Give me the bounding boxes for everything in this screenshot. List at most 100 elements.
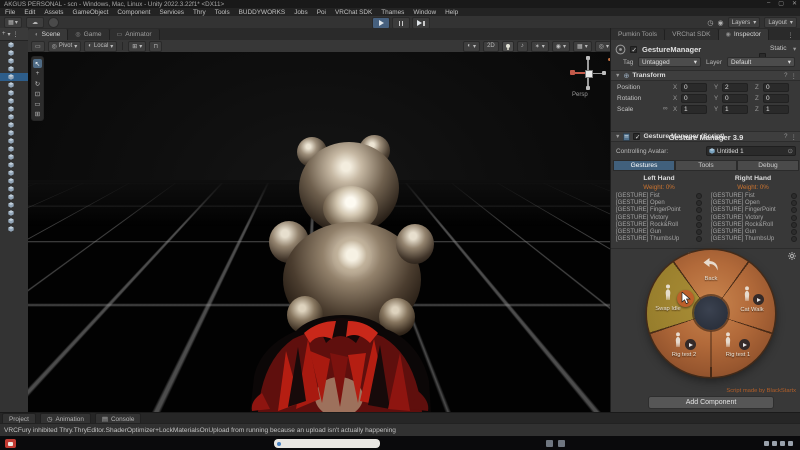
layer-dropdown[interactable]: Default ▾ <box>727 57 795 67</box>
gesture-row[interactable]: [GESTURE] Fist <box>616 193 702 199</box>
tool-settings-button[interactable]: ▭ <box>31 41 45 52</box>
gesture-toggle[interactable] <box>791 215 797 221</box>
scale-z-field[interactable]: 1 <box>763 105 789 114</box>
radial-item-cat-walk[interactable]: Cat Walk <box>731 307 773 313</box>
hierarchy-row[interactable] <box>0 73 28 81</box>
gameobject-name[interactable]: GestureManager <box>642 45 701 54</box>
menu-item-window[interactable]: Window <box>413 9 436 16</box>
menu-item-services[interactable]: Services <box>159 9 184 16</box>
gesture-toggle[interactable] <box>696 236 702 242</box>
gesture-row[interactable]: [GESTURE] Rock&Roll <box>616 222 702 228</box>
version-control-button[interactable]: ▦ ▾ <box>4 17 22 28</box>
gesture-toggle[interactable] <box>696 222 702 228</box>
hierarchy-row[interactable] <box>0 49 28 57</box>
tray-icon[interactable] <box>780 441 785 446</box>
search-icon[interactable]: ◉ <box>718 19 724 27</box>
link-icon[interactable]: ∞ <box>663 105 668 112</box>
tab-vrchat-sdk[interactable]: VRChat SDK <box>665 29 718 40</box>
hierarchy-row[interactable] <box>0 145 28 153</box>
account-avatar[interactable] <box>48 17 59 28</box>
radial-menu[interactable]: Back Swap Idle Cat Walk Rig test 2 <box>647 250 775 377</box>
2d-toggle[interactable]: 2D <box>483 41 499 52</box>
persp-label[interactable]: Persp <box>572 92 588 98</box>
gesture-row[interactable]: [GESTURE] ThumbsUp <box>711 236 797 242</box>
gesture-row[interactable]: [GESTURE] Open <box>711 200 797 206</box>
tab-game[interactable]: ◎ Game <box>68 29 109 40</box>
visibility-dropdown[interactable]: ◉ ▾ <box>552 41 570 52</box>
play-animation-icon[interactable] <box>753 294 764 305</box>
effects-dropdown[interactable]: ✶ ▾ <box>531 41 549 52</box>
rect-tool[interactable]: ▭ <box>33 99 42 108</box>
menu-item-edit[interactable]: Edit <box>24 9 35 16</box>
play-animation-icon[interactable] <box>685 339 696 350</box>
tab-pumkin-tools[interactable]: Pumkin Tools <box>611 29 665 40</box>
menu-item-jobs[interactable]: Jobs <box>294 9 308 16</box>
radial-item-rig-test-1[interactable]: Rig test 1 <box>717 352 759 358</box>
gesture-row[interactable]: [GESTURE] FingerPoint <box>711 207 797 213</box>
menu-item-gameobject[interactable]: GameObject <box>73 9 109 16</box>
gesture-row[interactable]: [GESTURE] Gun <box>616 229 702 235</box>
hierarchy-row[interactable] <box>0 97 28 105</box>
cloud-services-button[interactable]: ☁ <box>26 17 44 28</box>
maximize-button[interactable]: ▢ <box>778 0 784 7</box>
rotation-y-field[interactable]: 0 <box>722 94 748 103</box>
gesture-row[interactable]: [GESTURE] FingerPoint <box>616 207 702 213</box>
gesture-toggle[interactable] <box>791 222 797 228</box>
gesture-row[interactable]: [GESTURE] Rock&Roll <box>711 222 797 228</box>
tab-inspector[interactable]: ◉ Inspector <box>719 29 769 40</box>
position-z-field[interactable]: 0 <box>763 83 789 92</box>
rotation-z-field[interactable]: 0 <box>763 94 789 103</box>
menu-item-vrchat-sdk[interactable]: VRChat SDK <box>335 9 372 16</box>
status-bar[interactable]: VRCFury inhibited Thry.ThryEditor.Shader… <box>0 423 800 437</box>
scene-viewport[interactable]: Persp ↖ + ↻ ⊡ ▭ ⊞ <box>28 52 610 412</box>
hierarchy-row[interactable] <box>0 193 28 201</box>
gesture-toggle[interactable] <box>791 200 797 206</box>
gesture-toggle[interactable] <box>696 215 702 221</box>
gesture-toggle[interactable] <box>696 200 702 206</box>
hierarchy-row[interactable] <box>0 89 28 97</box>
hierarchy-row[interactable] <box>0 185 28 193</box>
undo-history-icon[interactable]: ◷ <box>707 19 713 27</box>
pivot-toggle[interactable]: ◎ Pivot ▾ <box>48 41 82 52</box>
hierarchy-menu-icon[interactable]: ⋮ <box>13 31 19 38</box>
shading-mode-dropdown[interactable]: ◐ ▾ <box>463 41 480 52</box>
hierarchy-row[interactable] <box>0 169 28 177</box>
scale-tool[interactable]: ⊡ <box>33 89 42 98</box>
hierarchy-row[interactable] <box>0 81 28 89</box>
hierarchy-row[interactable] <box>0 137 28 145</box>
tray-icon[interactable] <box>764 441 769 446</box>
taskbar-app-icon[interactable] <box>5 439 16 448</box>
tag-dropdown[interactable]: Untagged ▾ <box>638 57 701 67</box>
radial-item-rig-test-2[interactable]: Rig test 2 <box>663 352 705 358</box>
hierarchy-row[interactable] <box>0 65 28 73</box>
add-component-button[interactable]: Add Component <box>648 396 774 409</box>
menu-item-file[interactable]: File <box>5 9 15 16</box>
help-icon[interactable]: ? <box>784 73 787 79</box>
tab-animator[interactable]: ▭ Animator <box>110 29 160 40</box>
hierarchy-row[interactable] <box>0 57 28 65</box>
menu-item-buddyworks[interactable]: BUDDYWORKS <box>239 9 286 16</box>
menu-item-thames[interactable]: Thames <box>381 9 404 16</box>
avatar-hair[interactable] <box>248 281 433 412</box>
grid-snap-dropdown[interactable]: ⊞ ▾ <box>128 41 146 52</box>
menu-item-component[interactable]: Component <box>117 9 150 16</box>
hierarchy-row[interactable] <box>0 217 28 225</box>
active-checkbox[interactable] <box>630 46 637 53</box>
gesture-toggle[interactable] <box>696 207 702 213</box>
position-x-field[interactable]: 0 <box>681 83 707 92</box>
gesture-toggle[interactable] <box>791 193 797 199</box>
gesture-row[interactable]: [GESTURE] Fist <box>711 193 797 199</box>
menu-item-poi[interactable]: Poi <box>317 9 326 16</box>
hierarchy-row[interactable] <box>0 209 28 217</box>
hierarchy-row[interactable] <box>0 41 28 49</box>
radial-item-back[interactable]: Back <box>681 276 741 282</box>
panel-menu-icon[interactable]: ⋮ <box>780 29 800 40</box>
menu-item-assets[interactable]: Assets <box>44 9 63 16</box>
select-tool[interactable]: ↖ <box>33 59 42 68</box>
add-object-button[interactable]: + <box>2 31 6 37</box>
taskbar-icon[interactable] <box>558 440 565 447</box>
gesture-row[interactable]: [GESTURE] ThumbsUp <box>616 236 702 242</box>
kebab-icon[interactable]: ⋮ <box>791 72 798 80</box>
gesture-row[interactable]: [GESTURE] Victory <box>711 215 797 221</box>
grid-visibility-dropdown[interactable]: ▦ ▾ <box>573 41 592 52</box>
